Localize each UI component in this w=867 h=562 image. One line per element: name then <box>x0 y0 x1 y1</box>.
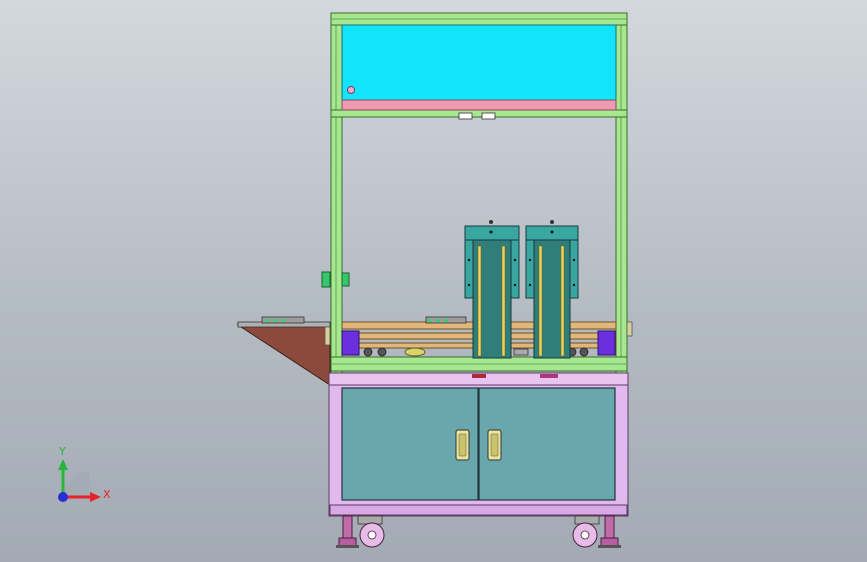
machine-drawing: Y X <box>58 12 633 548</box>
frame-mid-beam <box>330 109 628 118</box>
y-axis-arrow <box>58 459 68 470</box>
drive-roller <box>404 347 426 357</box>
axis-triad: Y X <box>58 445 111 502</box>
cad-viewport[interactable]: Y X <box>0 0 867 562</box>
z-axis-dot <box>58 492 68 502</box>
lower-cabinet <box>328 372 629 517</box>
vertical-module-left <box>464 220 520 359</box>
x-axis-label: X <box>103 488 111 501</box>
end-block-left <box>341 330 360 356</box>
loading-tray <box>236 316 331 386</box>
frame-left-post <box>330 12 343 374</box>
y-axis-label: Y <box>58 445 66 458</box>
vertical-module-right <box>525 220 579 359</box>
top-display-panel <box>341 24 617 120</box>
camera-mount-left <box>458 112 473 120</box>
indicator-light <box>347 86 355 94</box>
caster-left <box>336 515 385 548</box>
caster-right <box>572 515 621 548</box>
pink-rail <box>341 99 617 111</box>
camera-mount-right <box>481 112 496 120</box>
end-block-right <box>597 330 616 356</box>
side-switch[interactable] <box>321 271 331 288</box>
x-axis-arrow <box>90 492 101 502</box>
frame-right-post <box>615 12 628 374</box>
